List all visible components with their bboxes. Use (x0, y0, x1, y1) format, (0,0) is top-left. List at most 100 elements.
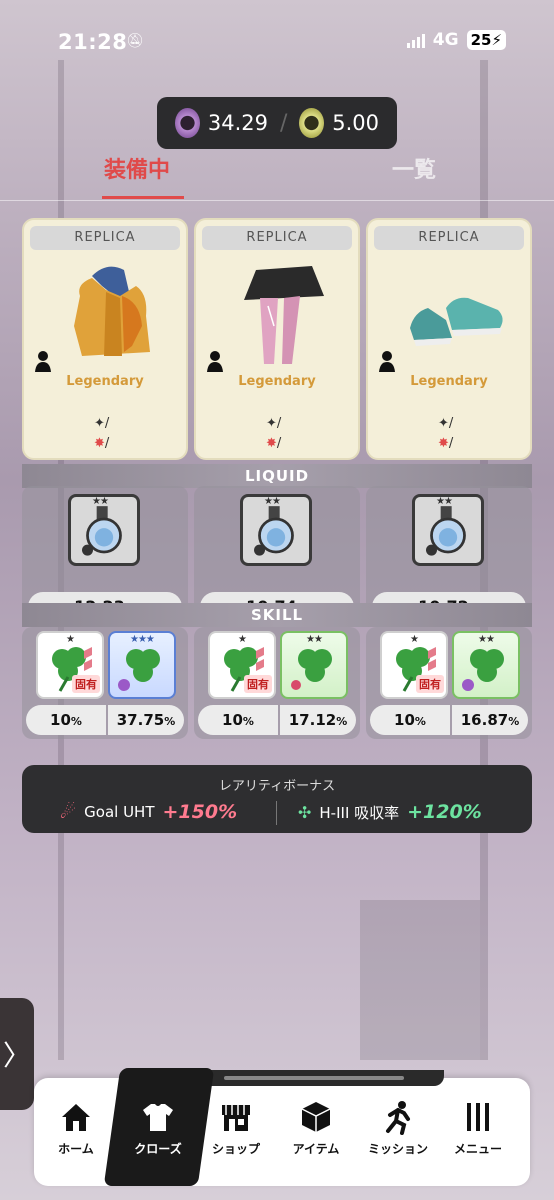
fire-stat: ✸/ (94, 436, 109, 451)
innate-badge: 固有 (244, 675, 272, 693)
absorption-label: H-III 吸収率 (319, 803, 400, 822)
person-icon (207, 351, 223, 372)
equipment-card-jacket[interactable]: REPLICA Legendary ✦/ ✸/ (22, 218, 188, 460)
sparkle-stat-value: / (104, 416, 110, 431)
fire-stat-value: / (104, 436, 110, 451)
skill-percent: 37.75% (108, 705, 184, 735)
liquid-section-header: LIQUID (22, 464, 532, 488)
tab-bar: 装備中 一覧 (0, 148, 554, 203)
rarity-bonus-title: レアリティボーナス (218, 779, 336, 794)
bottom-nav: ホーム クローズ ショップ アイテム ミッション メニュー (34, 1068, 530, 1186)
skill-slot[interactable]: ★ 固有 (36, 631, 104, 699)
nav-items[interactable]: アイテム (276, 1094, 356, 1157)
liquid-rarity-stars: ★★ (264, 496, 281, 507)
skill-rarity-stars: ★ (410, 634, 419, 645)
menu-icon (438, 1094, 518, 1140)
replica-badge: REPLICA (202, 226, 352, 250)
gold-token-icon (299, 108, 325, 138)
absorption-bonus: ✣ H-III 吸収率 +120% (298, 801, 482, 823)
tab-active-indicator (102, 196, 184, 199)
percent-unit: % (414, 715, 426, 728)
skill-percent-value: 10 (222, 711, 243, 729)
skill-slot[interactable]: ★★ (452, 631, 520, 699)
equipment-card-shoes[interactable]: REPLICA Legendary ✦/ ✸/ (366, 218, 532, 460)
nav-home[interactable]: ホーム (36, 1094, 116, 1157)
skill-rarity-stars: ★★★ (130, 634, 155, 645)
fire-stat: ✸/ (438, 436, 453, 451)
sparkle-icon: ✦ (94, 416, 105, 431)
jacket-icon (74, 266, 150, 356)
side-drawer-toggle[interactable]: 〉 (0, 998, 34, 1110)
tab-equipped[interactable]: 装備中 (104, 152, 170, 184)
skill-slot-group: ★ 固有 ★★ 10% 16.87% (366, 627, 532, 739)
percent-unit: % (164, 715, 176, 728)
battery-level: 25 (470, 31, 492, 49)
nav-shop[interactable]: ショップ (196, 1094, 276, 1157)
skill-section-header: SKILL (22, 603, 532, 627)
skill-percent: 10% (26, 705, 106, 735)
nav-clothes-label: クローズ (134, 1142, 182, 1156)
skill-slot[interactable]: ★★★ (108, 631, 176, 699)
innate-badge: 固有 (416, 675, 444, 693)
battery-icon: 25⚡︎ (466, 30, 506, 50)
rarity-bonus-panel: レアリティボーナス ☄︎ Goal UHT +150% ✣ H-III 吸収率 … (22, 765, 532, 833)
absorption-value: +120% (407, 801, 482, 823)
purple-token-icon (175, 108, 200, 138)
nav-missions-label: ミッション (367, 1142, 428, 1156)
currency-bar: 34.29 / 5.00 (157, 97, 397, 149)
nav-shop-label: ショップ (211, 1142, 260, 1156)
nav-menu[interactable]: メニュー (438, 1094, 518, 1157)
nav-clothes[interactable]: クローズ (118, 1094, 198, 1157)
skill-slot[interactable]: ★★ (280, 631, 348, 699)
equipment-card-bottoms[interactable]: REPLICA Legendary ✦/ ✸/ (194, 218, 360, 460)
innate-badge: 固有 (72, 675, 100, 693)
molecule-icon: ✣ (298, 802, 312, 822)
home-icon (36, 1094, 116, 1140)
bell-off-icon: 🔕︎ (126, 33, 144, 49)
tab-list[interactable]: 一覧 (392, 152, 436, 184)
skill-percent: 17.12% (280, 705, 356, 735)
skill-percent-value: 16.87 (460, 711, 509, 729)
rarity-label: Legendary (238, 374, 316, 389)
fire-icon: ✸ (94, 436, 105, 451)
box-icon (276, 1094, 356, 1140)
skill-slot[interactable]: ★ 固有 (208, 631, 276, 699)
percent-unit: % (242, 715, 254, 728)
purple-token-value: 34.29 (207, 111, 268, 135)
sneakers-icon (410, 297, 503, 346)
network-label: 4G (432, 30, 459, 50)
shirt-icon (118, 1094, 198, 1140)
replica-badge: REPLICA (30, 226, 180, 250)
sparkle-stat-value: / (448, 416, 454, 431)
liquid-rarity-stars: ★★ (92, 496, 109, 507)
percent-unit: % (508, 715, 520, 728)
skill-slot-group: ★ 固有 ★★★ 10% 37.75% (22, 627, 188, 739)
sparkle-stat: ✦/ (94, 416, 109, 431)
tab-divider (0, 200, 554, 201)
skill-percent-value: 37.75 (116, 711, 165, 729)
skill-rarity-stars: ★ (238, 634, 247, 645)
nav-missions[interactable]: ミッション (358, 1094, 438, 1157)
goal-uht-label: Goal UHT (84, 803, 155, 821)
percent-unit: % (336, 715, 348, 728)
rarity-label: Legendary (410, 374, 488, 389)
fire-stat-value: / (276, 436, 282, 451)
sparkle-stat-value: / (276, 416, 282, 431)
person-icon (379, 351, 395, 372)
signal-icon (406, 32, 425, 48)
skill-percent-value: 10 (394, 711, 415, 729)
liquid-rarity-stars: ★★ (436, 496, 453, 507)
skill-percent-value: 17.12 (288, 711, 337, 729)
skirt-leggings-icon (244, 266, 324, 364)
percent-unit: % (70, 715, 82, 728)
skill-rarity-stars: ★ (66, 634, 75, 645)
nav-items-label: アイテム (292, 1142, 340, 1156)
skill-rarity-stars: ★★ (478, 634, 495, 645)
skill-slot[interactable]: ★ 固有 (380, 631, 448, 699)
fire-stat-value: / (448, 436, 454, 451)
skill-slot-group: ★ 固有 ★★ 10% 17.12% (194, 627, 360, 739)
status-bar: 21:28 🔕︎ 4G 25⚡︎ (0, 0, 554, 80)
bonus-divider (276, 801, 277, 825)
nav-home-label: ホーム (58, 1142, 94, 1156)
skill-rarity-stars: ★★ (306, 634, 323, 645)
